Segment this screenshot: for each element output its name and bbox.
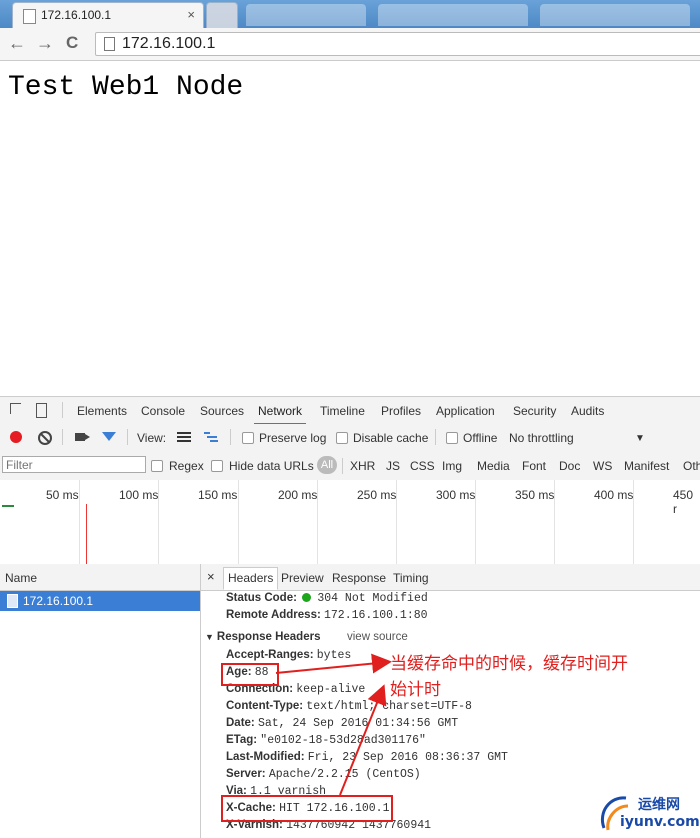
arrow-age bbox=[275, 653, 392, 674]
watermark-text-bottom: iyunv.com bbox=[620, 814, 700, 830]
annotation-line-1: 当缓存命中的时候，缓存时间开 bbox=[390, 654, 628, 674]
annotation-line-2: 始计时 bbox=[390, 680, 441, 700]
arrow-x-cache bbox=[339, 684, 387, 796]
watermark-logo: 运维网 iyunv.com bbox=[596, 790, 700, 837]
annotation-note: 当缓存命中的时候，缓存时间开 始计时 bbox=[390, 651, 690, 703]
watermark-text-top: 运维网 bbox=[638, 797, 680, 813]
annotation-arrows bbox=[275, 653, 392, 796]
